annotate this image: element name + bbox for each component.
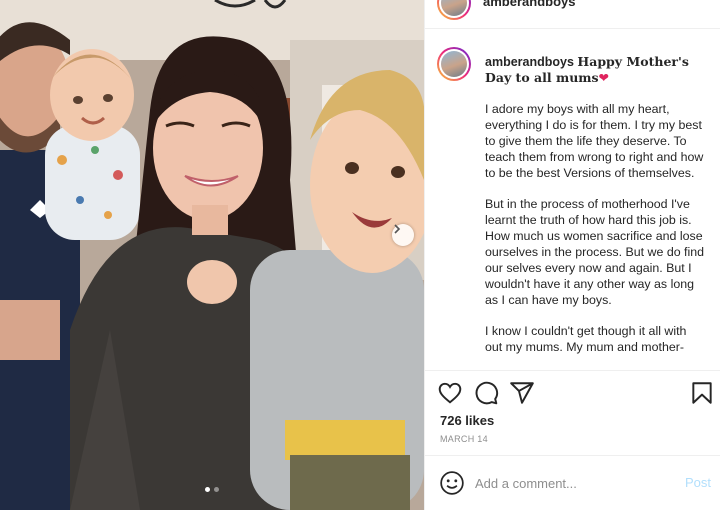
caption-paragraph: But in the process of motherhood I've le… — [485, 197, 705, 307]
like-count[interactable]: 726 likes — [440, 413, 494, 428]
caption-title-line: amberandboys Happy Mother's Day to all m… — [485, 54, 711, 86]
share-icon[interactable] — [509, 380, 535, 406]
caption-paragraph: I know I couldn't get though it all with… — [485, 324, 687, 354]
post-side-panel: amberandboys ••• amberandboys Happy Moth… — [424, 0, 720, 510]
caption-paragraph: I adore my boys with all my heart, every… — [485, 102, 704, 180]
comment-icon[interactable] — [473, 380, 499, 406]
heart-emoji: ❤ — [598, 71, 610, 85]
bookmark-icon[interactable] — [689, 380, 715, 406]
add-comment-bar: Post — [425, 455, 720, 511]
post-photo[interactable] — [0, 0, 424, 510]
post-header: amberandboys ••• — [425, 0, 720, 29]
heart-icon[interactable] — [437, 380, 463, 406]
emoji-icon[interactable] — [439, 470, 465, 496]
carousel-dot-active — [205, 487, 210, 492]
more-options-button[interactable]: ••• — [692, 0, 711, 7]
family-photo-image — [0, 0, 424, 510]
caption-text: I adore my boys with all my heart, every… — [485, 101, 705, 369]
header-username[interactable]: amberandboys — [483, 0, 575, 9]
caption-avatar[interactable] — [437, 47, 471, 81]
carousel-indicator — [0, 487, 424, 492]
caption-username[interactable]: amberandboys — [485, 55, 574, 69]
post-comment-button[interactable]: Post — [685, 475, 711, 490]
header-avatar[interactable] — [437, 0, 471, 20]
chevron-right-icon — [394, 224, 401, 234]
post-date: MARCH 14 — [440, 434, 488, 444]
carousel-next-button[interactable] — [392, 224, 414, 246]
comment-input[interactable] — [475, 473, 665, 493]
post-actions: 726 likes MARCH 14 — [425, 370, 720, 455]
caption-section: amberandboys Happy Mother's Day to all m… — [425, 29, 720, 369]
carousel-dot — [214, 487, 219, 492]
